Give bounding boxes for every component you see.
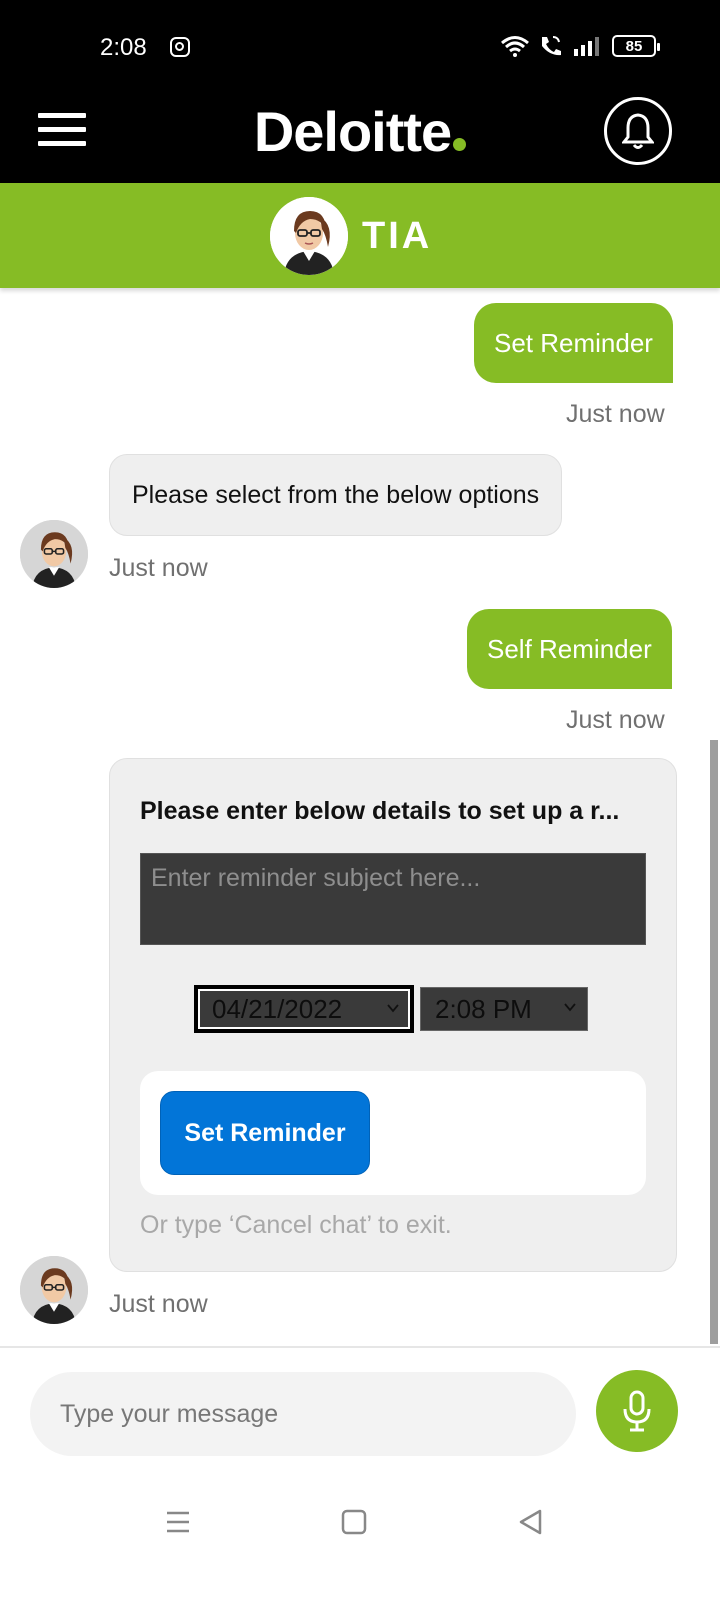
reminder-date-select[interactable]: 04/21/2022 [196, 987, 412, 1031]
signal-icon [574, 37, 599, 56]
reminder-date-value: 04/21/2022 [212, 993, 343, 1024]
cancel-hint: Or type ‘Cancel chat’ to exit. [140, 1211, 452, 1239]
microphone-icon[interactable] [596, 1370, 678, 1452]
message-timestamp: Just now [566, 706, 665, 734]
message-timestamp: Just now [109, 554, 208, 582]
back-icon[interactable] [516, 1508, 544, 1536]
battery-level: 85 [625, 37, 643, 55]
chevron-down-icon [564, 1003, 576, 1012]
bot-bar: TIA [0, 183, 720, 288]
reminder-button-area: Set Reminder [140, 1071, 646, 1195]
instagram-icon [170, 37, 190, 57]
reminder-time-value: 2:08 PM [435, 993, 532, 1024]
recents-icon[interactable] [164, 1508, 192, 1536]
message-input[interactable] [30, 1372, 576, 1456]
reminder-subject-input[interactable] [140, 853, 646, 945]
app-header: Deloitte [0, 95, 720, 183]
battery-icon: 85 [612, 35, 660, 57]
status-time: 2:08 [100, 34, 147, 61]
bot-avatar [270, 197, 348, 275]
brand-name: Deloitte [253, 100, 452, 163]
message-text: Self Reminder [487, 633, 652, 664]
wifi-call-icon [542, 36, 561, 56]
bot-avatar-small [20, 520, 88, 588]
composer-bar [0, 1346, 720, 1466]
user-message-bubble: Self Reminder [467, 609, 672, 689]
system-nav-bar [0, 1466, 720, 1600]
bell-icon[interactable] [604, 97, 672, 165]
home-icon[interactable] [340, 1508, 368, 1536]
reminder-time-select[interactable]: 2:08 PM [420, 987, 588, 1031]
bot-name: TIA [362, 215, 433, 257]
wifi-icon [501, 36, 529, 57]
brand-dot [453, 138, 467, 151]
bot-avatar-small [20, 1256, 88, 1324]
reminder-card: Please enter below details to set up a r… [109, 758, 677, 1272]
set-reminder-button[interactable]: Set Reminder [160, 1091, 370, 1175]
message-timestamp: Just now [109, 1290, 208, 1318]
message-text: Please select from the below options [132, 480, 540, 509]
message-timestamp: Just now [566, 400, 665, 428]
message-text: Set Reminder [494, 327, 653, 358]
bot-message-bubble: Please select from the below options [109, 454, 563, 536]
reminder-card-title: Please enter below details to set up a r… [140, 797, 620, 825]
user-message-bubble: Set Reminder [474, 303, 673, 383]
chevron-down-icon [387, 1004, 399, 1013]
chat-scrollbar[interactable] [710, 740, 718, 1344]
status-bar: 2:08 85 [0, 0, 720, 95]
chat-area[interactable]: Set Reminder Just now Please select from… [0, 288, 720, 1346]
status-icons: 85 [500, 34, 660, 58]
